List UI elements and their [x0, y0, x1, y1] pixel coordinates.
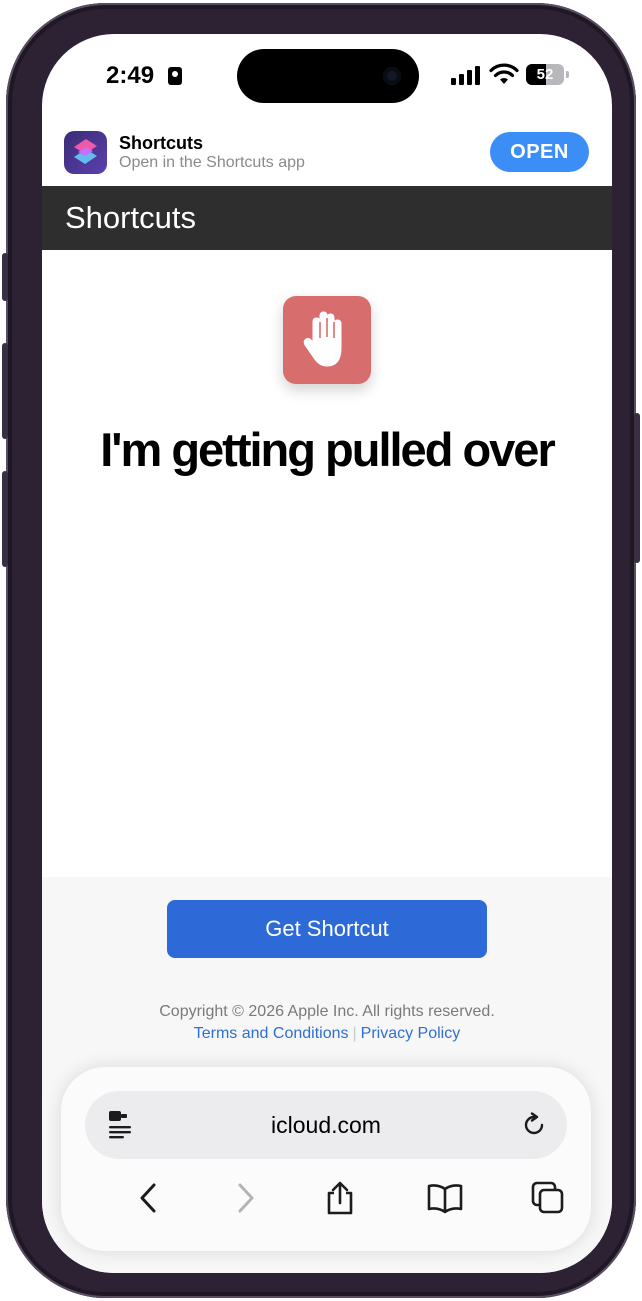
- terms-link[interactable]: Terms and Conditions: [194, 1025, 349, 1042]
- footer-links: Terms and Conditions | Privacy Policy: [42, 1025, 612, 1043]
- banner-app-name: Shortcuts: [119, 133, 204, 153]
- get-shortcut-button[interactable]: Get Shortcut: [167, 900, 487, 958]
- phone-frame: 2:49 52 Shortcuts Open in the Shortcuts …: [2, 3, 640, 1298]
- url-text[interactable]: icloud.com: [85, 1091, 567, 1159]
- footer-separator: |: [352, 1025, 357, 1042]
- page-title[interactable]: Shortcuts: [65, 200, 196, 236]
- app-banner: Shortcuts Open in the Shortcuts app OPEN: [42, 126, 612, 186]
- camera-icon: [383, 67, 401, 85]
- raised-hand-icon: [303, 311, 342, 367]
- screen: 2:49 52 Shortcuts Open in the Shortcuts …: [42, 34, 612, 1273]
- privacy-link[interactable]: Privacy Policy: [361, 1025, 461, 1042]
- reload-icon[interactable]: [521, 1112, 547, 1138]
- page-header: Shortcuts: [42, 186, 612, 250]
- shortcut-icon: [283, 296, 371, 384]
- browser-toolbar: icloud.com: [61, 1067, 591, 1251]
- open-app-button[interactable]: OPEN: [490, 132, 589, 172]
- address-bar[interactable]: icloud.com: [85, 1091, 567, 1159]
- share-icon[interactable]: [324, 1181, 356, 1215]
- battery-icon: 52: [526, 64, 564, 85]
- shortcut-title: I'm getting pulled over: [100, 423, 556, 476]
- volume-down-button: [2, 471, 8, 567]
- copyright-text: Copyright © 2026 Apple Inc. All rights r…: [159, 1003, 495, 1020]
- status-time: 2:49: [106, 62, 155, 89]
- bookmarks-icon[interactable]: [427, 1181, 463, 1215]
- wifi-icon: [489, 63, 519, 84]
- volume-up-button: [2, 343, 8, 439]
- back-icon[interactable]: [133, 1181, 165, 1215]
- power-button: [634, 413, 640, 563]
- tabs-icon[interactable]: [531, 1181, 565, 1215]
- contact-card-icon: [168, 67, 182, 85]
- battery-tip: [566, 71, 569, 78]
- action-button: [2, 253, 8, 301]
- battery-level: 52: [536, 66, 554, 83]
- shortcuts-app-icon[interactable]: [64, 131, 107, 174]
- forward-icon: [238, 1183, 254, 1213]
- banner-subtitle: Open in the Shortcuts app: [119, 154, 305, 171]
- cellular-signal-icon: [451, 65, 481, 85]
- dynamic-island: [237, 49, 419, 103]
